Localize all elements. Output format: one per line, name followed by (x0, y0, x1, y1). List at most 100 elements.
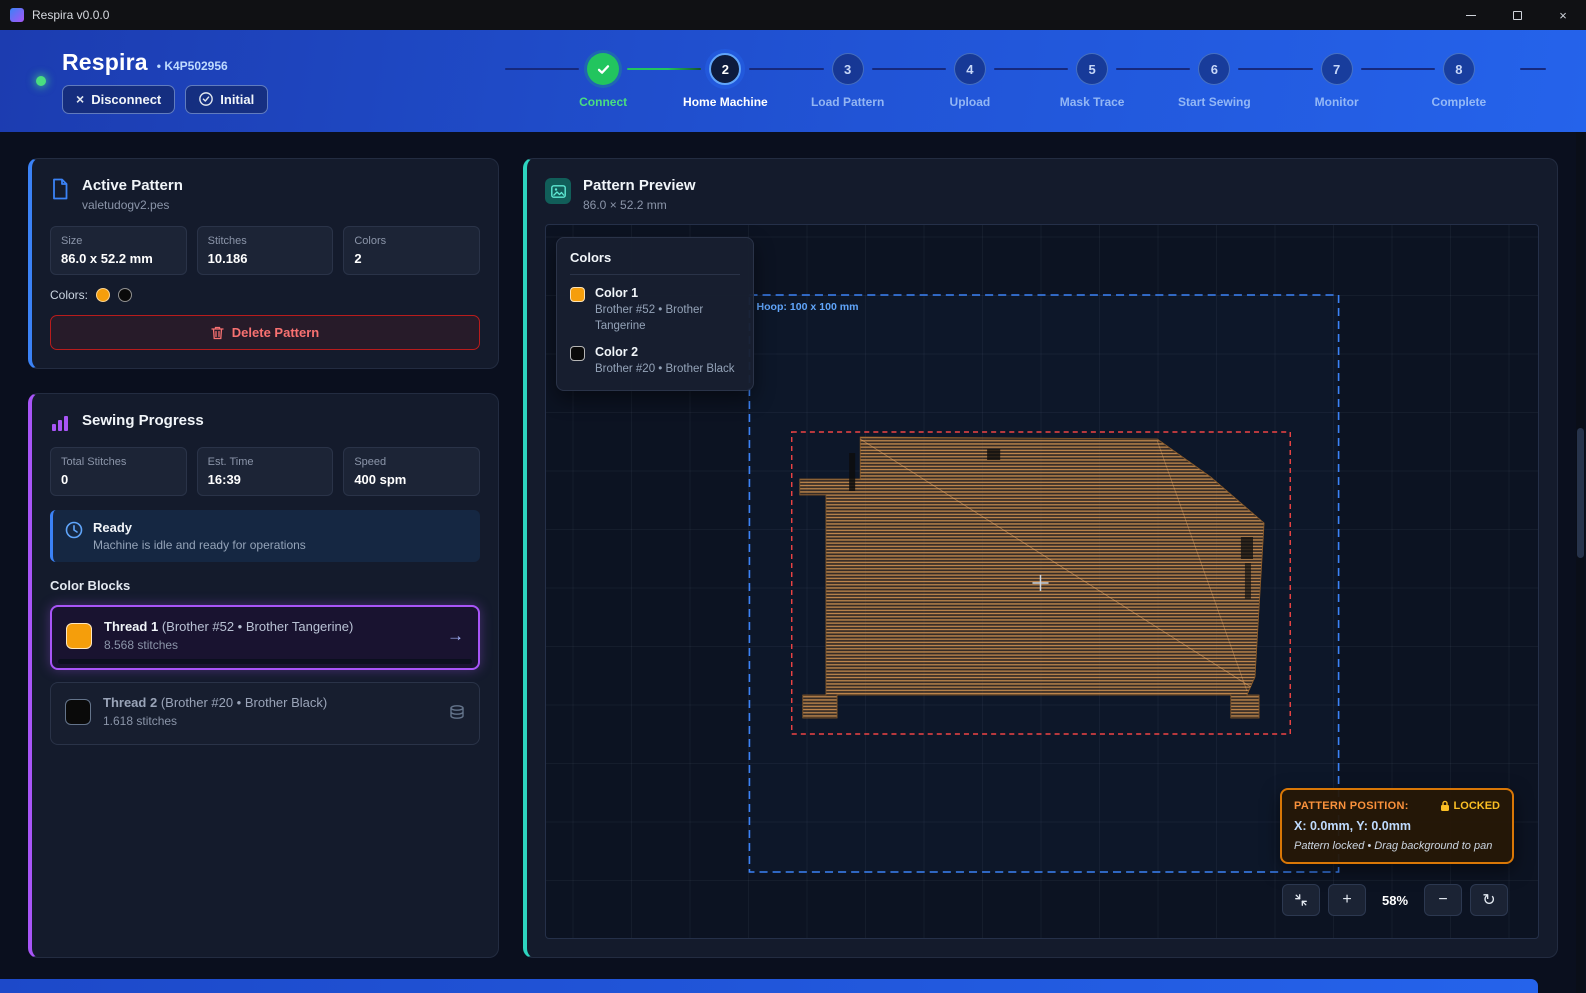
machine-serial: • K4P502956 (157, 59, 228, 73)
black-thread-mark (1245, 563, 1251, 599)
workflow-stepper: Connect 2 Home Machine 3 Load Pattern 4 … (516, 53, 1546, 109)
reset-view-button[interactable]: ↻ (1470, 884, 1508, 916)
stat-est-time: Est. Time 16:39 (197, 447, 334, 496)
footer-accent-bar (0, 979, 1538, 993)
zoom-out-button[interactable]: − (1424, 884, 1462, 916)
step-complete[interactable]: 8 Complete (1398, 53, 1520, 109)
zoom-controls: + 58% − ↻ (1282, 884, 1508, 916)
close-button[interactable]: × (1540, 0, 1586, 30)
stat-stitches: Stitches 10.186 (197, 226, 334, 275)
arrow-right-icon: → (447, 626, 464, 646)
preview-column: Pattern Preview 86.0 × 52.2 mm Hoop: 100… (523, 158, 1558, 958)
minus-icon: − (1438, 891, 1447, 909)
step-connect[interactable]: Connect (542, 53, 664, 109)
pattern-stats: Size 86.0 x 52.2 mm Stitches 10.186 Colo… (50, 226, 480, 275)
step-label: Start Sewing (1153, 95, 1275, 109)
legend-swatch-1 (570, 287, 585, 302)
scrollbar-thumb[interactable] (1577, 428, 1584, 558)
fit-view-icon (1294, 893, 1308, 907)
zoom-in-button[interactable]: + (1328, 884, 1366, 916)
window-title: Respira v0.0.0 (32, 8, 109, 22)
maximize-icon (1513, 11, 1522, 20)
pattern-preview-panel: Pattern Preview 86.0 × 52.2 mm Hoop: 100… (523, 158, 1558, 958)
app-header: Respira • K4P502956 × Disconnect Initial… (0, 30, 1586, 132)
step-load-pattern[interactable]: 3 Load Pattern (787, 53, 909, 109)
color-blocks-label: Color Blocks (50, 578, 480, 593)
step-home-machine[interactable]: 2 Home Machine (664, 53, 786, 109)
legend-item-color-2: Color 2 Brother #20 • Brother Black (570, 345, 740, 378)
panel-title: Pattern Preview (583, 177, 696, 194)
step-number: 6 (1198, 53, 1230, 85)
thread-name: Thread 2 (103, 695, 157, 710)
step-number: 5 (1076, 53, 1108, 85)
step-start-sewing[interactable]: 6 Start Sewing (1153, 53, 1275, 109)
pattern-filename: valetudogv2.pes (82, 198, 183, 212)
color-dot-1 (96, 288, 110, 302)
color-dot-2 (118, 288, 132, 302)
colors-legend: Colors Color 1 Brother #52 • Brother Tan… (556, 237, 754, 391)
black-thread-mark (987, 449, 1000, 460)
connection-block: Respira • K4P502956 × Disconnect Initial (36, 49, 426, 114)
minimize-button[interactable] (1448, 0, 1494, 30)
thread-name: Thread 1 (104, 619, 158, 634)
stat-colors: Colors 2 (343, 226, 480, 275)
main-content: Active Pattern valetudogv2.pes Size 86.0… (0, 132, 1586, 958)
thread-detail: (Brother #20 • Brother Black) (161, 695, 327, 710)
vertical-scrollbar[interactable] (1576, 132, 1585, 993)
step-label: Complete (1398, 95, 1520, 109)
active-pattern-panel: Active Pattern valetudogv2.pes Size 86.0… (28, 158, 499, 369)
initial-button[interactable]: Initial (185, 85, 268, 114)
preview-canvas[interactable]: Hoop: 100 x 100 mm (545, 224, 1539, 939)
thread-detail: (Brother #52 • Brother Tangerine) (162, 619, 353, 634)
legend-swatch-2 (570, 346, 585, 361)
black-thread-mark (1241, 537, 1253, 559)
status-title: Ready (93, 520, 306, 535)
position-coords: X: 0.0mm, Y: 0.0mm (1294, 819, 1500, 833)
machine-status-box: Ready Machine is idle and ready for oper… (50, 510, 480, 562)
layers-icon (449, 704, 465, 720)
plus-icon: + (1342, 891, 1351, 909)
disconnect-icon: × (76, 92, 84, 106)
thread-1-swatch (66, 623, 92, 649)
fit-view-button[interactable] (1282, 884, 1320, 916)
step-label: Monitor (1276, 95, 1398, 109)
step-mask-trace[interactable]: 5 Mask Trace (1031, 53, 1153, 109)
thread-stitch-count: 1.618 stitches (103, 714, 437, 728)
step-number: 8 (1443, 53, 1475, 85)
connection-status-dot (36, 76, 46, 86)
stepper-right-stub (1520, 68, 1546, 70)
lock-icon (1440, 800, 1450, 812)
step-label: Connect (542, 95, 664, 109)
step-done-check-icon (587, 53, 619, 85)
image-icon (545, 178, 571, 204)
zoom-level: 58% (1374, 893, 1416, 908)
thread-stitch-count: 8.568 stitches (104, 638, 435, 652)
refresh-icon: ↻ (1482, 890, 1495, 910)
step-monitor[interactable]: 7 Monitor (1276, 53, 1398, 109)
step-label: Home Machine (664, 95, 786, 109)
position-hint: Pattern locked • Drag background to pan (1294, 840, 1500, 852)
disconnect-button[interactable]: × Disconnect (62, 85, 175, 114)
step-number: 7 (1321, 53, 1353, 85)
app-icon (10, 8, 24, 22)
step-label: Mask Trace (1031, 95, 1153, 109)
trash-icon (211, 326, 224, 340)
delete-pattern-button[interactable]: Delete Pattern (50, 315, 480, 350)
app-name: Respira (62, 49, 148, 76)
thread-block-1[interactable]: Thread 1 (Brother #52 • Brother Tangerin… (50, 605, 480, 670)
thread-block-2[interactable]: Thread 2 (Brother #20 • Brother Black) 1… (50, 682, 480, 745)
step-upload[interactable]: 4 Upload (909, 53, 1031, 109)
locked-badge: LOCKED (1440, 800, 1500, 812)
sewing-stats: Total Stitches 0 Est. Time 16:39 Speed 4… (50, 447, 480, 496)
pattern-colors-row: Colors: (50, 288, 480, 302)
thread-progress-bar (58, 659, 472, 664)
black-thread-mark (849, 453, 855, 491)
pattern-position-box: PATTERN POSITION: LOCKED X: 0.0mm, Y: 0.… (1280, 788, 1514, 864)
clock-icon (65, 521, 83, 539)
maximize-button[interactable] (1494, 0, 1540, 30)
panel-title: Active Pattern (82, 177, 183, 194)
left-sidebar: Active Pattern valetudogv2.pes Size 86.0… (28, 158, 499, 958)
step-label: Upload (909, 95, 1031, 109)
close-icon: × (1559, 8, 1567, 23)
check-circle-icon (199, 92, 213, 106)
